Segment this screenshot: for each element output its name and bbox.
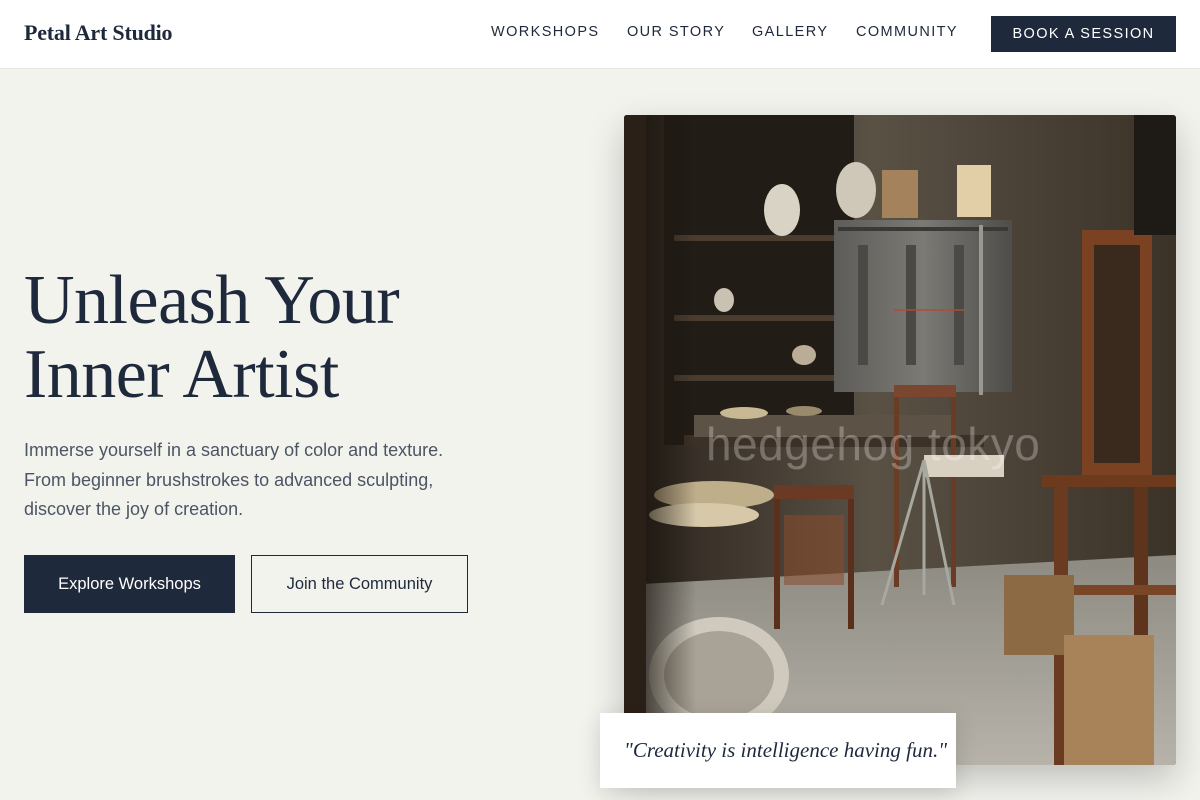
explore-workshops-button[interactable]: Explore Workshops (24, 555, 235, 613)
nav-link-our-story[interactable]: OUR STORY (627, 24, 725, 40)
join-community-button[interactable]: Join the Community (251, 555, 468, 613)
hero-title-line-2: Inner Artist (24, 336, 339, 413)
brand-logo[interactable]: Petal Art Studio (24, 20, 173, 46)
image-watermark: hedgehog tokyo (706, 418, 1041, 470)
studio-photo: hedgehog tokyo (624, 115, 1176, 765)
nav-link-community[interactable]: COMMUNITY (856, 24, 958, 40)
book-session-button[interactable]: BOOK A SESSION (991, 16, 1176, 52)
site-header: Petal Art Studio WORKSHOPS OUR STORY GAL… (0, 0, 1200, 69)
hero-subtitle: Immerse yourself in a sanctuary of color… (24, 440, 444, 519)
quote-card: "Creativity is intelligence having fun." (600, 713, 956, 788)
nav-link-gallery[interactable]: GALLERY (752, 24, 828, 40)
quote-text: "Creativity is intelligence having fun." (624, 738, 948, 762)
hero-title-line-1: Unleash Your (24, 262, 400, 339)
hero-title: Unleash Your Inner Artist (24, 264, 584, 412)
nav-link-workshops[interactable]: WORKSHOPS (491, 24, 599, 40)
